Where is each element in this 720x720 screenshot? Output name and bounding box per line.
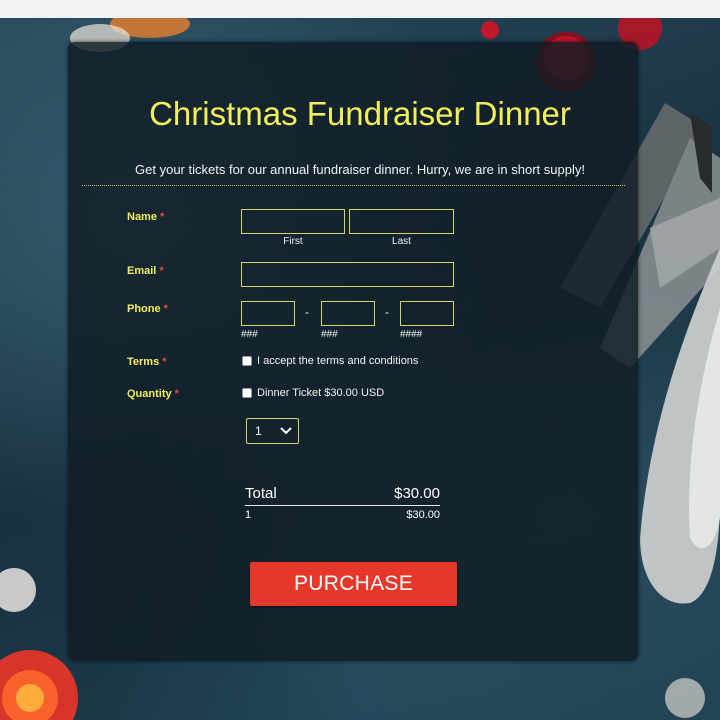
- browser-top-strip: [0, 0, 720, 18]
- phone-label: Phone *: [127, 302, 168, 316]
- terms-label-text: Terms: [127, 356, 160, 368]
- required-marker: *: [159, 265, 164, 277]
- chevron-down-icon: [280, 427, 292, 435]
- last-name-sublabel: Last: [392, 236, 411, 247]
- ticket-checkbox[interactable]: [242, 388, 252, 398]
- total-value: $30.00: [394, 485, 440, 502]
- phone-label-text: Phone: [127, 303, 161, 315]
- name-label-text: Name: [127, 211, 157, 223]
- phone-line-input[interactable]: [400, 301, 454, 326]
- quantity-select[interactable]: 1: [246, 418, 299, 444]
- phone-dash: -: [305, 305, 309, 319]
- first-name-input[interactable]: [241, 209, 345, 234]
- required-marker: *: [162, 356, 167, 368]
- terms-label: Terms *: [127, 355, 166, 369]
- required-marker: *: [159, 211, 165, 223]
- email-label: Email *: [127, 264, 164, 278]
- form-subtitle: Get your tickets for our annual fundrais…: [135, 162, 585, 177]
- terms-checkbox[interactable]: [242, 356, 252, 366]
- last-name-input[interactable]: [349, 209, 454, 234]
- line-item-row: 1 $30.00: [245, 509, 440, 522]
- total-row: Total $30.00: [245, 485, 440, 503]
- phone-prefix-hint: ###: [321, 329, 338, 340]
- line-item-amount: $30.00: [406, 509, 440, 521]
- required-marker: *: [163, 303, 168, 315]
- phone-line-hint: ####: [400, 329, 423, 340]
- terms-checkbox-label[interactable]: I accept the terms and conditions: [257, 354, 418, 368]
- phone-dash: -: [385, 305, 389, 319]
- total-label: Total: [245, 485, 277, 502]
- required-marker: *: [174, 388, 179, 400]
- quantity-select-value: 1: [255, 424, 262, 438]
- quantity-label: Quantity *: [127, 387, 179, 401]
- first-name-sublabel: First: [283, 236, 303, 247]
- total-divider: [245, 505, 440, 506]
- dotted-divider: [82, 185, 625, 186]
- ticket-checkbox-label[interactable]: Dinner Ticket $30.00 USD: [257, 386, 384, 400]
- email-label-text: Email: [127, 265, 157, 277]
- purchase-button[interactable]: PURCHASE: [250, 562, 457, 606]
- email-input[interactable]: [241, 262, 454, 287]
- ticket-checkbox-row[interactable]: Dinner Ticket $30.00 USD: [242, 386, 384, 400]
- name-label: Name *: [127, 210, 164, 224]
- line-item-qty: 1: [245, 509, 252, 521]
- terms-checkbox-row[interactable]: I accept the terms and conditions: [242, 354, 418, 368]
- phone-area-hint: ###: [241, 329, 258, 340]
- phone-area-input[interactable]: [241, 301, 295, 326]
- form-title: Christmas Fundraiser Dinner: [149, 95, 571, 132]
- phone-prefix-input[interactable]: [321, 301, 375, 326]
- quantity-label-text: Quantity: [127, 388, 172, 400]
